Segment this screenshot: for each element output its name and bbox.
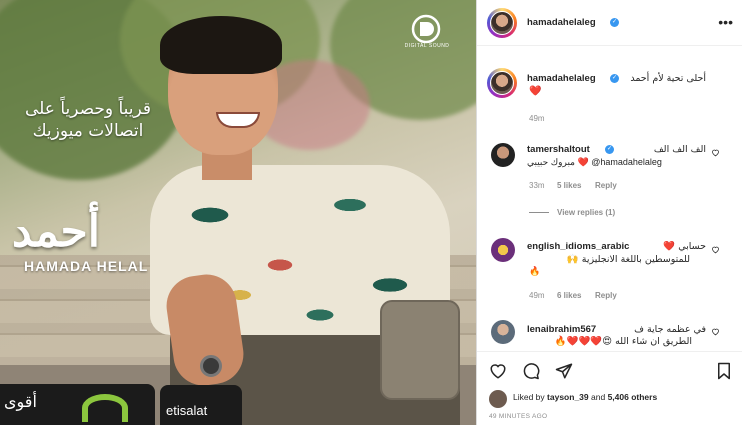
author-avatar[interactable] xyxy=(490,11,514,35)
sponsor-name: etisalat xyxy=(166,403,208,418)
liked-others[interactable]: 5,406 others xyxy=(608,392,658,402)
digital-sound-logo-icon xyxy=(411,14,441,44)
post-timestamp[interactable]: 49 MINUTES AGO xyxy=(489,413,547,420)
liked-and: and xyxy=(591,392,606,402)
liked-by-text: Liked by tayson_39 and 5,406 others xyxy=(513,392,657,402)
like-heart-icon[interactable] xyxy=(489,362,507,380)
comment-text-line1: حسابي ❤️ xyxy=(663,241,706,252)
caption-emoji: ❤️ xyxy=(529,86,542,97)
comment-bubble-icon[interactable] xyxy=(522,362,540,380)
view-replies-button[interactable]: View replies (1) xyxy=(529,208,615,217)
post-media[interactable]: قريباً وحصرياً على اتصالات ميوزيك أحمد H… xyxy=(0,0,476,425)
liked-by-user[interactable]: tayson_39 xyxy=(547,392,589,402)
commenter-avatar[interactable] xyxy=(491,320,515,344)
caption-username[interactable]: hamadahelaleg xyxy=(527,73,596,84)
artist-name: HAMADA HELAL xyxy=(24,258,149,274)
comment-text-line2: الطريق ان شاء الله 😍❤️❤️❤️🔥 xyxy=(554,336,692,347)
comment-username[interactable]: lenaibrahim567 xyxy=(527,324,596,335)
commenter-avatar[interactable] xyxy=(491,238,515,262)
liked-prefix: Liked by xyxy=(513,392,545,402)
comment-text-line2: للمتوسطين باللغة الانجليزية 🙌 xyxy=(566,254,690,265)
artist-photo xyxy=(150,16,476,425)
post-header: hamadahelaleg ✓ ••• xyxy=(477,0,742,46)
sponsor-tagline: أقوى xyxy=(4,392,37,411)
commenter-avatar[interactable] xyxy=(491,143,515,167)
share-paper-plane-icon[interactable] xyxy=(555,362,573,380)
comment-text-line2: مبروك حبيبي ❤️ @hamadahelaleg xyxy=(527,157,662,167)
verified-badge-icon: ✓ xyxy=(610,18,619,27)
view-replies-label[interactable]: View replies (1) xyxy=(557,208,615,217)
promo-line-1: قريباً وحصرياً على xyxy=(24,99,152,119)
like-comment-heart-icon[interactable] xyxy=(711,327,720,336)
comment-text-line1: الف الف الف xyxy=(653,144,706,155)
comment-text-line1: في عظمه جاية ف xyxy=(634,324,706,335)
comment-username[interactable]: tamershaltout xyxy=(527,144,590,155)
caption-time[interactable]: 49m xyxy=(529,114,545,123)
post-actions: Liked by tayson_39 and 5,406 others 49 M… xyxy=(477,351,742,425)
caption-avatar[interactable] xyxy=(490,71,514,95)
wristwatch xyxy=(200,355,222,377)
author-username[interactable]: hamadahelaleg xyxy=(527,17,596,28)
hair xyxy=(160,16,282,74)
shoulder-bag xyxy=(380,300,460,400)
reply-button[interactable]: Reply xyxy=(595,291,617,300)
comment-likes[interactable]: 5 likes xyxy=(557,181,581,190)
verified-badge-icon: ✓ xyxy=(610,74,619,83)
post-sidebar: hamadahelaleg ✓ ••• hamadahelaleg ✓ أحلى… xyxy=(476,0,742,425)
like-comment-heart-icon[interactable] xyxy=(711,245,720,254)
comment-time[interactable]: 33m xyxy=(529,181,545,190)
comment-likes[interactable]: 6 likes xyxy=(557,291,581,300)
reply-button[interactable]: Reply xyxy=(595,181,617,190)
album-title: أحمد xyxy=(12,206,100,257)
caption-text: أحلى تحية لأم أحمد xyxy=(630,73,706,84)
promo-line-2: اتصالات ميوزيك xyxy=(32,121,144,141)
like-comment-heart-icon[interactable] xyxy=(711,148,720,157)
sponsor-banner: أقوى xyxy=(0,384,155,425)
liker-avatar[interactable] xyxy=(489,390,507,408)
more-options-icon[interactable]: ••• xyxy=(718,14,733,30)
promo-text: قريباً وحصرياً على اتصالات ميوزيك xyxy=(18,98,158,142)
comment-text-line3: 🔥 xyxy=(529,266,541,276)
etisalat-logo-icon xyxy=(82,394,128,422)
save-bookmark-icon[interactable] xyxy=(715,362,733,380)
smile xyxy=(216,112,260,128)
caption-avatar-ring[interactable] xyxy=(487,68,517,98)
comment-time[interactable]: 49m xyxy=(529,291,545,300)
author-avatar-ring[interactable] xyxy=(487,8,517,38)
digital-sound-label: DIGITAL SOUND xyxy=(404,43,450,49)
verified-badge-icon: ✓ xyxy=(605,145,614,154)
comment-username[interactable]: english_idioms_arabic xyxy=(527,241,629,252)
divider xyxy=(529,212,549,214)
